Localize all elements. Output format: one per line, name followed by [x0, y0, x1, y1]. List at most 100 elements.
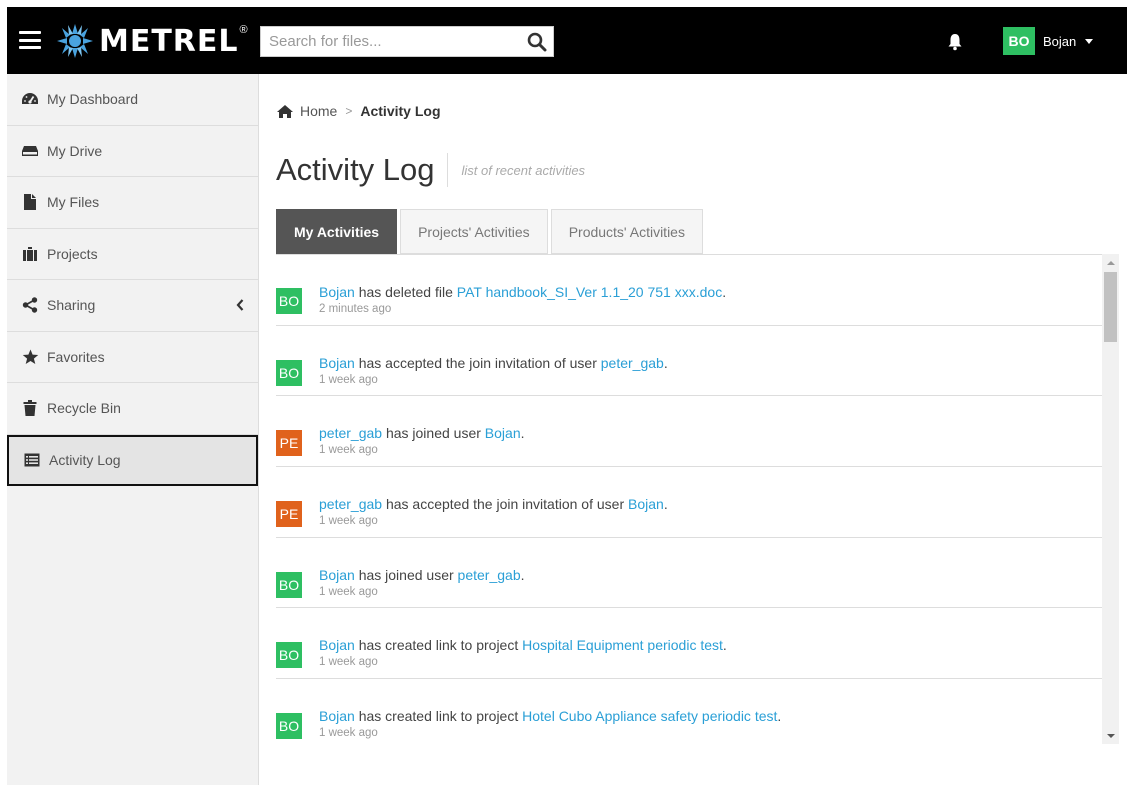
activity-actor-link[interactable]: Bojan — [319, 567, 355, 583]
sidebar-item-label: Projects — [47, 245, 98, 262]
suitcase-icon — [21, 246, 39, 262]
sidebar-item-favorites[interactable]: Favorites — [7, 332, 258, 383]
activity-avatar: BO — [276, 288, 302, 314]
activity-avatar: BO — [276, 642, 302, 669]
sidebar-item-label: Favorites — [47, 348, 105, 365]
activity-row: BO Bojan has deleted file PAT handbook_SI… — [276, 255, 1102, 326]
file-icon — [21, 194, 39, 211]
activity-actor-link[interactable]: Bojan — [319, 708, 355, 724]
page-header: Activity Log list of recent activities — [276, 150, 585, 190]
activity-row: BO Bojan has accepted the join invitation… — [276, 326, 1102, 397]
top-bar: METREL ® BO Bojan — [7, 7, 1127, 74]
sidebar-item-my-dashboard[interactable]: My Dashboard — [7, 74, 258, 126]
activity-text: Bojan has deleted file PAT handbook_SI_V… — [319, 284, 726, 300]
breadcrumb-separator-icon: > — [345, 104, 353, 118]
activity-text: peter_gab has joined user Bojan. — [319, 425, 525, 441]
sidebar-item-label: Activity Log — [49, 452, 121, 469]
logo[interactable]: METREL ® — [55, 22, 248, 60]
sidebar-item-recycle-bin[interactable]: Recycle Bin — [7, 383, 258, 435]
activity-actor-link[interactable]: Bojan — [319, 284, 355, 300]
activity-description: has accepted the join invitation of user — [354, 354, 601, 371]
sidebar-item-projects[interactable]: Projects — [7, 229, 258, 280]
activity-description: has created link to project — [354, 637, 523, 654]
title-divider — [446, 153, 448, 187]
tab-my-activities[interactable]: My Activities — [276, 209, 398, 254]
breadcrumb-current: Activity Log — [360, 103, 441, 119]
activity-text: Bojan has joined user peter_gab. — [319, 567, 525, 583]
activity-timestamp: 1 week ago — [319, 585, 378, 598]
activity-row: PE peter_gab has accepted the join invita… — [276, 467, 1102, 538]
activity-row: PE peter_gab has joined user Bojan. 1 week… — [276, 396, 1102, 468]
activity-text: Bojan has created link to project Hotel … — [319, 708, 781, 724]
activity-target-link[interactable]: Bojan — [485, 425, 521, 441]
sidebar-item-label: My Drive — [47, 142, 103, 159]
activity-timestamp: 1 week ago — [319, 444, 378, 457]
sidebar-item-label: Sharing — [47, 297, 96, 314]
activity-target-link[interactable]: peter_gab — [601, 355, 664, 371]
sidebar-item-activity-log[interactable]: Activity Log — [7, 434, 258, 486]
activity-text: peter_gab has accepted the join invitati… — [319, 496, 668, 512]
activity-text: Bojan has created link to project Hospit… — [319, 637, 727, 653]
activity-avatar: BO — [276, 571, 302, 598]
activity-target-link[interactable]: Hospital Equipment periodic test — [522, 637, 723, 653]
search-box — [260, 26, 554, 57]
tab-products-activities[interactable]: Products' Activities — [550, 209, 703, 254]
activity-target-link[interactable]: PAT handbook_SI_Ver 1.1_20 751 xxx.doc — [457, 284, 722, 300]
scrollbar-thumb[interactable] — [1104, 272, 1117, 342]
tab-projects-activities[interactable]: Projects' Activities — [400, 209, 548, 254]
activity-description: has accepted the join invitation of user — [382, 496, 628, 513]
search-input[interactable] — [261, 27, 521, 56]
activity-avatar: BO — [276, 359, 302, 386]
activity-target-link[interactable]: Hotel Cubo Appliance safety periodic tes… — [522, 708, 777, 724]
activity-row: BO Bojan has created link to project Hosp… — [276, 608, 1102, 680]
activity-avatar: PE — [276, 430, 302, 457]
activity-actor-link[interactable]: peter_gab — [319, 425, 382, 441]
trash-icon — [21, 400, 39, 417]
bell-icon[interactable] — [947, 33, 963, 51]
activity-punctuation: . — [722, 637, 727, 654]
activity-description: has joined user — [382, 425, 485, 442]
activity-timestamp: 1 week ago — [319, 656, 378, 669]
dashboard-icon — [21, 91, 39, 107]
activity-timestamp: 1 week ago — [319, 727, 378, 740]
activity-actor-link[interactable]: Bojan — [319, 637, 355, 653]
activity-actor-link[interactable]: peter_gab — [319, 496, 382, 512]
sidebar-item-label: Recycle Bin — [47, 400, 121, 417]
share-icon — [21, 297, 39, 313]
activity-timestamp: 1 week ago — [319, 373, 378, 386]
sidebar: My Dashboard My Drive My Files Projects … — [7, 74, 259, 785]
scroll-up-arrow-icon[interactable] — [1102, 254, 1119, 271]
sidebar-item-my-drive[interactable]: My Drive — [7, 126, 258, 177]
breadcrumb: Home > Activity Log — [276, 101, 441, 121]
activity-timestamp: 2 minutes ago — [319, 303, 392, 315]
activity-punctuation: . — [663, 354, 668, 371]
activity-target-link[interactable]: peter_gab — [458, 567, 521, 583]
activity-description: has deleted file — [354, 284, 457, 300]
logo-registered-mark: ® — [239, 24, 248, 36]
sidebar-item-label: My Dashboard — [47, 91, 139, 108]
activity-punctuation: . — [520, 425, 525, 442]
activity-target-link[interactable]: Bojan — [628, 496, 664, 512]
page-title: Activity Log — [276, 152, 435, 187]
activity-text: Bojan has accepted the join invitation o… — [319, 355, 668, 371]
activity-avatar: PE — [276, 501, 302, 528]
scrollbar[interactable] — [1102, 254, 1119, 744]
sidebar-item-my-files[interactable]: My Files — [7, 177, 258, 229]
scroll-down-arrow-icon[interactable] — [1102, 727, 1119, 744]
user-menu[interactable]: BO Bojan — [1003, 27, 1094, 55]
user-name: Bojan — [1043, 33, 1077, 49]
activity-tabs: My Activities Projects' Activities Produ… — [276, 209, 706, 254]
sidebar-item-sharing[interactable]: Sharing — [7, 280, 258, 332]
breadcrumb-home-link[interactable]: Home — [300, 103, 337, 119]
activity-avatar: BO — [276, 713, 302, 740]
metrel-logo-icon — [57, 24, 93, 58]
activity-punctuation: . — [663, 496, 668, 513]
activity-punctuation: . — [722, 284, 727, 300]
page-edge — [0, 0, 7, 785]
hamburger-menu-icon[interactable] — [19, 31, 41, 49]
activity-feed: BO Bojan has deleted file PAT handbook_SI… — [276, 254, 1102, 744]
activity-punctuation: . — [520, 566, 525, 583]
activity-actor-link[interactable]: Bojan — [319, 355, 355, 371]
search-button[interactable] — [521, 27, 553, 56]
home-icon[interactable] — [276, 104, 294, 119]
